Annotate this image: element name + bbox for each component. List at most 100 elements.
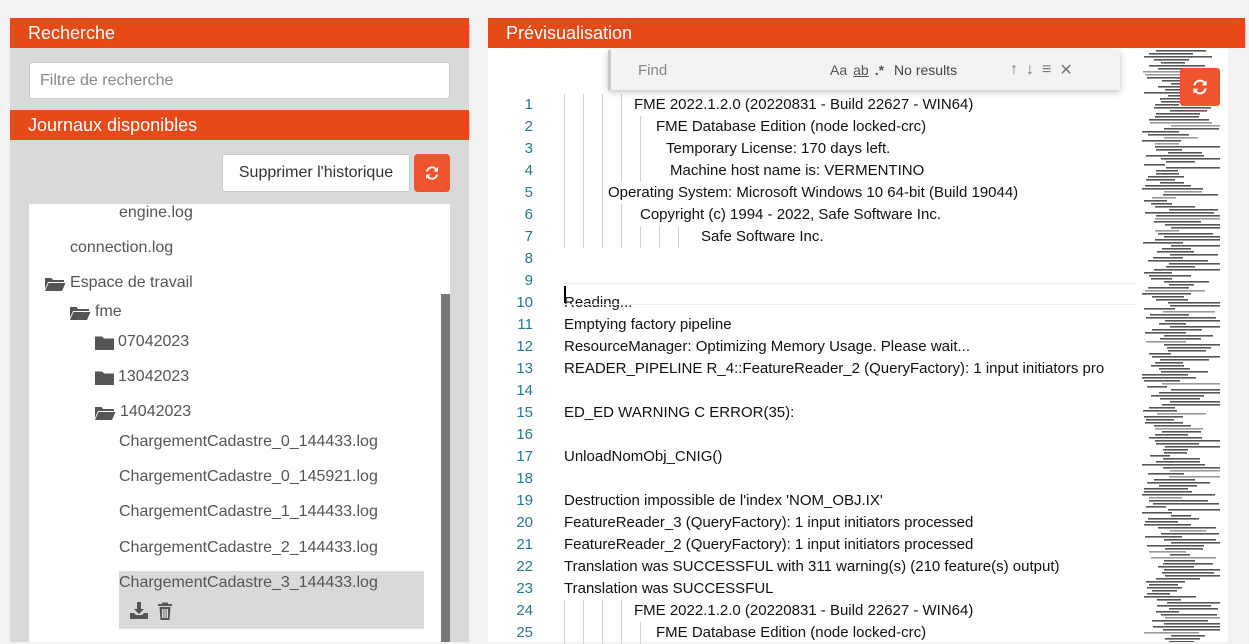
indent-guide (583, 226, 584, 248)
find-input[interactable]: Find (638, 62, 824, 79)
line-number: 24 (516, 602, 533, 619)
find-widget-sash[interactable] (608, 50, 611, 90)
download-icon[interactable] (130, 602, 148, 620)
tree-file-item[interactable]: ChargementCadastre_0_144433.log (119, 433, 378, 451)
search-filter-input[interactable] (29, 62, 450, 99)
code-line: Translation was SUCCESSFUL (564, 580, 774, 597)
code-line: Emptying factory pipeline (564, 316, 732, 333)
indent-guide (678, 226, 679, 248)
tree-item-label: ChargementCadastre_0_145921.log (119, 468, 378, 485)
editor-scrollbar[interactable] (1228, 48, 1245, 642)
text-caret (564, 286, 566, 303)
line-number: 11 (517, 316, 533, 333)
refresh-icon (426, 166, 438, 180)
indent-guide (621, 600, 622, 622)
indent-guide (583, 204, 584, 226)
preview-header: Prévisualisation (488, 18, 1245, 48)
indent-guide (564, 116, 565, 138)
tree-file-item[interactable]: ChargementCadastre_2_144433.log (119, 539, 378, 557)
indent-guide (583, 182, 584, 204)
indent-guide (564, 226, 565, 248)
tree-item-label: ChargementCadastre_3_144433.log (119, 574, 378, 591)
code-line: FME Database Edition (node locked-crc) (656, 624, 927, 641)
tree-scrollbar[interactable] (441, 294, 450, 642)
tree-item-label: ChargementCadastre_1_144433.log (119, 503, 378, 520)
folder-open-icon (95, 406, 116, 420)
tree-item-label: engine.log (119, 204, 193, 221)
tree-folder-workspace[interactable]: Espace de travail (45, 274, 193, 292)
indent-guide (583, 622, 584, 644)
line-number: 2 (524, 118, 533, 135)
code-line: FeatureReader_3 (QueryFactory): 1 input … (564, 514, 974, 531)
minimap[interactable] (1136, 48, 1226, 642)
file-actions (130, 602, 174, 620)
code-line: Copyright (c) 1994 - 2022, Safe Software… (640, 206, 941, 223)
indent-guide (640, 226, 641, 248)
code-line: ED_ED WARNING C ERROR(35): (564, 404, 795, 421)
close-icon[interactable]: ✕ (1059, 60, 1072, 80)
tree-folder-fme[interactable]: fme (70, 303, 122, 321)
regex-toggle[interactable]: .* (875, 62, 884, 78)
line-number: 16 (516, 426, 533, 443)
match-case-toggle[interactable]: Aa (830, 62, 847, 78)
tree-folder-14042023[interactable]: 14042023 (95, 403, 191, 421)
line-number: 7 (524, 228, 533, 245)
line-number: 14 (516, 382, 533, 399)
indent-guide (621, 138, 622, 160)
line-number: 23 (516, 580, 533, 597)
current-line-highlight (562, 283, 1140, 305)
indent-guide (602, 600, 603, 622)
log-tree: engine.log connection.log Espace de trav… (29, 204, 450, 642)
line-number: 13 (516, 360, 533, 377)
indent-guide (564, 182, 565, 204)
indent-guide (564, 622, 565, 644)
tree-folder-13042023[interactable]: 13042023 (95, 368, 189, 386)
arrow-down-icon[interactable]: ↓ (1026, 61, 1034, 79)
line-number: 10 (516, 294, 533, 311)
indent-guide (602, 226, 603, 248)
tree-item-label: 14042023 (120, 403, 192, 420)
line-number: 8 (524, 250, 533, 267)
tree-file-item[interactable]: ChargementCadastre_0_145921.log (119, 468, 378, 486)
code-line: FME 2022.1.2.0 (20220831 - Build 22627 -… (634, 602, 974, 619)
indent-guide (583, 160, 584, 182)
preview-panel: Prévisualisation 1 FME 2022.1.2.0 (202208… (488, 18, 1245, 644)
line-number: 1 (524, 96, 533, 113)
search-header: Recherche (10, 18, 469, 48)
tree-item-connection-log[interactable]: connection.log (70, 239, 173, 257)
find-in-selection-icon[interactable]: ≡ (1042, 61, 1051, 79)
indent-guide (583, 94, 584, 116)
whole-word-toggle[interactable]: ab (853, 62, 869, 78)
tree-file-item[interactable]: ChargementCadastre_1_144433.log (119, 503, 378, 521)
line-number: 22 (516, 558, 533, 575)
indent-guide (602, 160, 603, 182)
indent-guide (583, 138, 584, 160)
code-line: Machine host name is: VERMENTINO (670, 162, 925, 179)
refresh-icon (1193, 79, 1207, 95)
line-number: 17 (516, 448, 533, 465)
refresh-preview-button[interactable] (1180, 68, 1220, 106)
arrow-up-icon[interactable]: ↑ (1010, 61, 1018, 79)
line-number: 4 (524, 162, 533, 179)
code-line: Temporary License: 170 days left. (666, 140, 891, 157)
tree-item-engine-log[interactable]: engine.log (119, 204, 193, 222)
tree-item-label: 13042023 (118, 368, 190, 385)
code-line: Translation was SUCCESSFUL with 311 warn… (564, 558, 1060, 575)
trash-icon[interactable] (156, 602, 174, 620)
tree-item-label: ChargementCadastre_0_144433.log (119, 433, 378, 450)
tree-folder-07042023[interactable]: 07042023 (95, 333, 189, 351)
line-number: 18 (516, 470, 533, 487)
indent-guide (564, 204, 565, 226)
line-number: 20 (516, 514, 533, 531)
indent-guide (640, 116, 641, 138)
indent-guide (583, 116, 584, 138)
code-editor[interactable]: 1 FME 2022.1.2.0 (20220831 - Build 22627 … (488, 48, 1245, 644)
minimap-content (1142, 50, 1220, 642)
folder-icon (95, 336, 114, 350)
refresh-logs-button[interactable] (414, 154, 450, 192)
tree-file-item-selected[interactable]: ChargementCadastre_3_144433.log (119, 574, 378, 592)
indent-guide (621, 226, 622, 248)
code-line: ResourceManager: Optimizing Memory Usage… (564, 338, 970, 355)
indent-guide (621, 116, 622, 138)
clear-history-button[interactable]: Supprimer l'historique (222, 154, 410, 192)
